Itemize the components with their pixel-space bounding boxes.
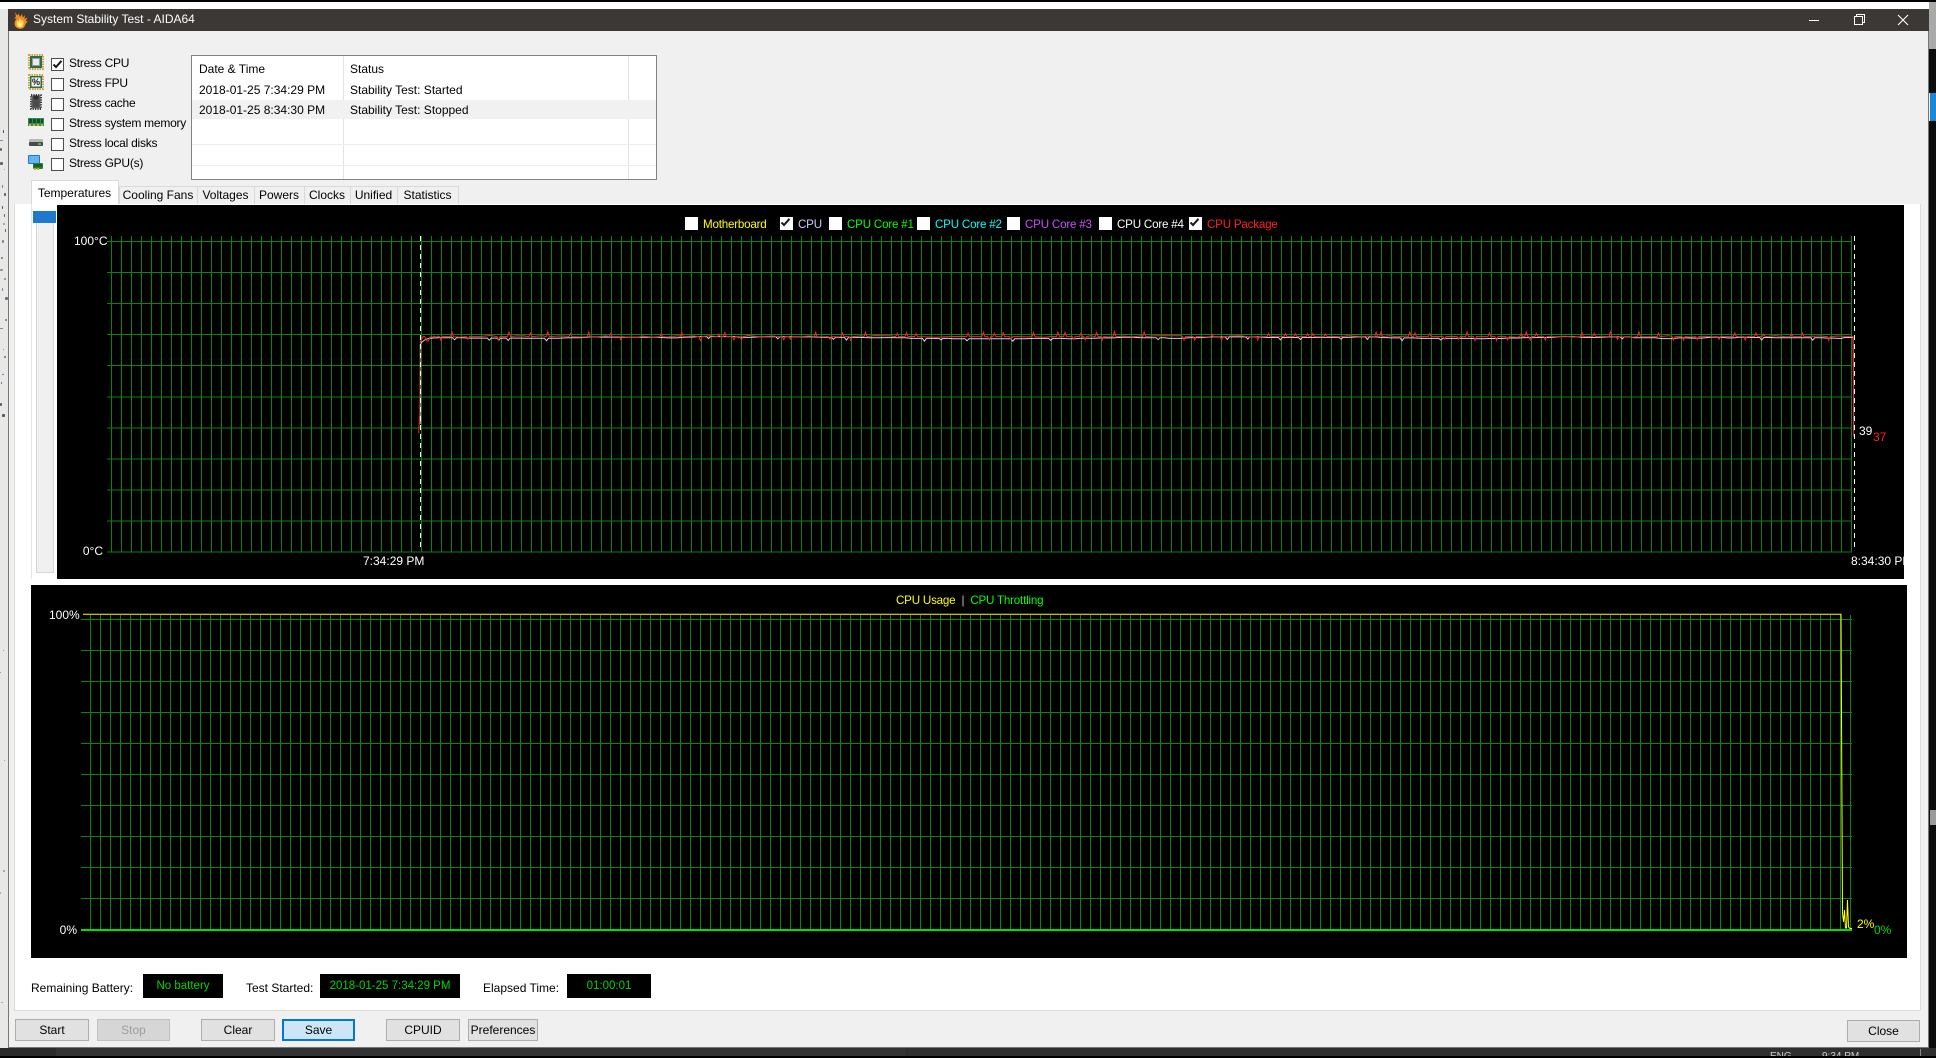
svg-text:%: % (32, 77, 40, 87)
